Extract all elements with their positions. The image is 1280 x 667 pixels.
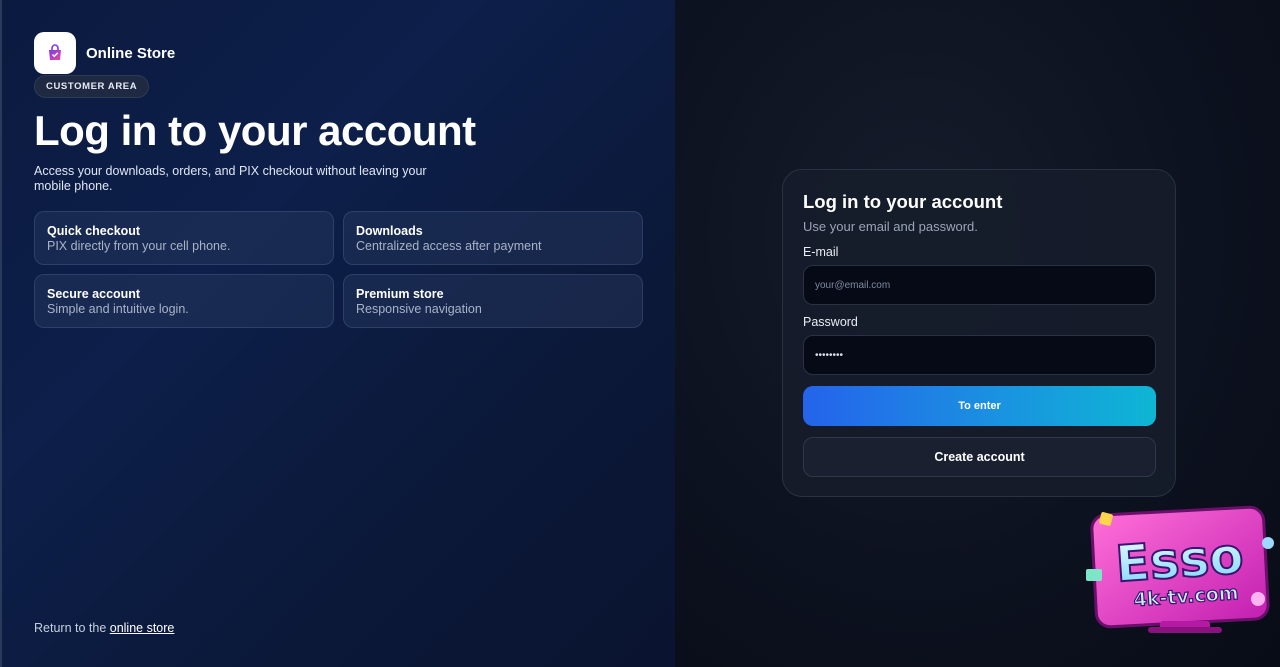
return-prefix: Return to the <box>34 621 107 635</box>
brand-logo <box>34 32 76 74</box>
feature-card-downloads: Downloads Centralized access after payme… <box>343 211 643 265</box>
left-panel <box>0 0 675 667</box>
customer-area-badge: CUSTOMER AREA <box>34 75 150 98</box>
page-title: Log in to your account <box>34 107 476 154</box>
watermark-logo: Esso 4k-tv.com <box>1086 505 1274 633</box>
password-label: Password <box>803 315 858 329</box>
feature-card-secure-account: Secure account Simple and intuitive logi… <box>34 274 334 328</box>
feature-desc: PIX directly from your cell phone. <box>47 239 231 253</box>
email-label: E-mail <box>803 245 839 259</box>
login-subtitle: Use your email and password. <box>803 219 978 234</box>
feature-card-premium-store: Premium store Responsive navigation <box>343 274 643 328</box>
watermark-bubble-icon <box>1262 537 1274 549</box>
login-title: Log in to your account <box>803 191 1003 212</box>
create-account-button[interactable]: Create account <box>803 437 1156 477</box>
online-store-link[interactable]: online store <box>110 621 175 635</box>
feature-desc: Centralized access after payment <box>356 239 542 253</box>
feature-title: Downloads <box>356 224 423 238</box>
watermark-sparkle-icon <box>1251 592 1265 606</box>
feature-title: Secure account <box>47 287 141 301</box>
feature-desc: Responsive navigation <box>356 302 482 316</box>
shopping-bag-icon <box>49 44 61 60</box>
page-subtitle: Access your downloads, orders, and PIX c… <box>34 164 427 193</box>
watermark-envelope-icon <box>1086 569 1102 581</box>
watermark-base <box>1148 627 1222 633</box>
login-card: Log in to your account Use your email an… <box>782 169 1176 497</box>
feature-title: Quick checkout <box>47 224 141 238</box>
feature-card-quick-checkout: Quick checkout PIX directly from your ce… <box>34 211 334 265</box>
feature-desc: Simple and intuitive login. <box>47 302 189 316</box>
brand-name: Online Store <box>86 44 176 62</box>
password-field[interactable] <box>803 335 1156 375</box>
feature-title: Premium store <box>356 287 444 301</box>
email-field[interactable] <box>803 265 1156 305</box>
login-submit-button[interactable]: To enter <box>803 386 1156 426</box>
brand[interactable]: Online Store <box>34 32 175 74</box>
return-to-store: Return to the online store <box>34 621 174 635</box>
